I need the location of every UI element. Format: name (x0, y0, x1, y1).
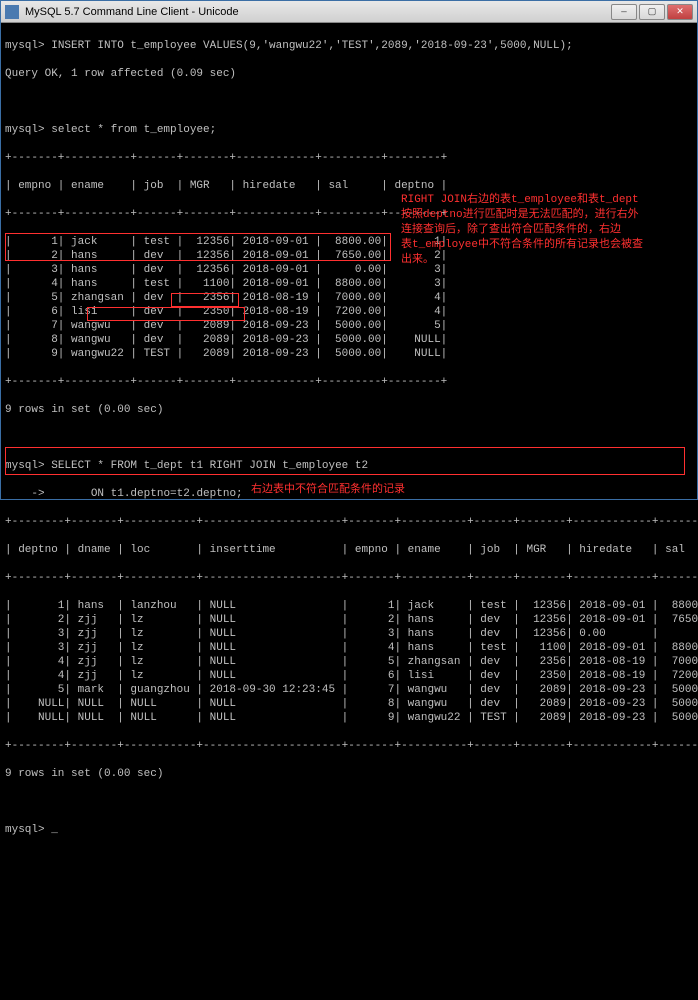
table-row: | 9| wangwu22 | TEST | 2089| 2018-09-23 … (5, 347, 693, 361)
table1-footer: 9 rows in set (0.00 sec) (5, 403, 693, 417)
window-controls: — ▢ ✕ (611, 4, 693, 20)
prompt-cursor[interactable]: mysql> _ (5, 823, 693, 837)
insert-result: Query OK, 1 row affected (0.09 sec) (5, 67, 693, 81)
table-row: | 4| hans | test | 1100| 2018-09-01 | 88… (5, 277, 693, 291)
annotation-right: RIGHT JOIN右边的表t_employee和表t_dept 按照deptn… (401, 193, 691, 268)
sql-select1: select * from t_employee; (5, 123, 693, 137)
table1-border: +-------+----------+------+-------+-----… (5, 151, 693, 165)
sql-insert: INSERT INTO t_employee VALUES(9,'wangwu2… (5, 39, 693, 53)
app-window: MySQL 5.7 Command Line Client - Unicode … (0, 0, 698, 500)
minimize-button[interactable]: — (611, 4, 637, 20)
annotation-bottom: 右边表中不符合匹配条件的记录 (251, 483, 405, 498)
table-row: | NULL| NULL | NULL | NULL | 9| wangwu22… (5, 711, 693, 725)
table-row: | NULL| NULL | NULL | NULL | 8| wangwu |… (5, 697, 693, 711)
maximize-button[interactable]: ▢ (639, 4, 665, 20)
table-row: | 2| zjj | lz | NULL | 2| hans | dev | 1… (5, 613, 693, 627)
table2-header: | deptno | dname | loc | inserttime | em… (5, 543, 693, 557)
table1-header: | empno | ename | job | MGR | hiredate |… (5, 179, 693, 193)
table-row: | 5| mark | guangzhou | 2018-09-30 12:23… (5, 683, 693, 697)
app-icon (5, 5, 19, 19)
table-row: | 5| zhangsan | dev | 2356| 2018-08-19 |… (5, 291, 693, 305)
table-row: | 3| zjj | lz | NULL | 3| hans | dev | 1… (5, 627, 693, 641)
titlebar: MySQL 5.7 Command Line Client - Unicode … (1, 1, 697, 23)
table-row: | 8| wangwu | dev | 2089| 2018-09-23 | 5… (5, 333, 693, 347)
table-row: | 7| wangwu | dev | 2089| 2018-09-23 | 5… (5, 319, 693, 333)
table-row: | 4| zjj | lz | NULL | 6| lisi | dev | 2… (5, 669, 693, 683)
table2-footer: 9 rows in set (0.00 sec) (5, 767, 693, 781)
table-row: | 1| hans | lanzhou | NULL | 1| jack | t… (5, 599, 693, 613)
close-button[interactable]: ✕ (667, 4, 693, 20)
table-row: | 6| lisi | dev | 2350| 2018-08-19 | 720… (5, 305, 693, 319)
table-row: | 3| zjj | lz | NULL | 4| hans | test | … (5, 641, 693, 655)
terminal[interactable]: INSERT INTO t_employee VALUES(9,'wangwu2… (1, 23, 697, 1000)
table-row: | 4| zjj | lz | NULL | 5| zhangsan | dev… (5, 655, 693, 669)
sql-select2-line1: SELECT * FROM t_dept t1 RIGHT JOIN t_emp… (5, 459, 693, 473)
window-title: MySQL 5.7 Command Line Client - Unicode (25, 6, 611, 18)
table2-border: +--------+-------+-----------+----------… (5, 515, 693, 529)
